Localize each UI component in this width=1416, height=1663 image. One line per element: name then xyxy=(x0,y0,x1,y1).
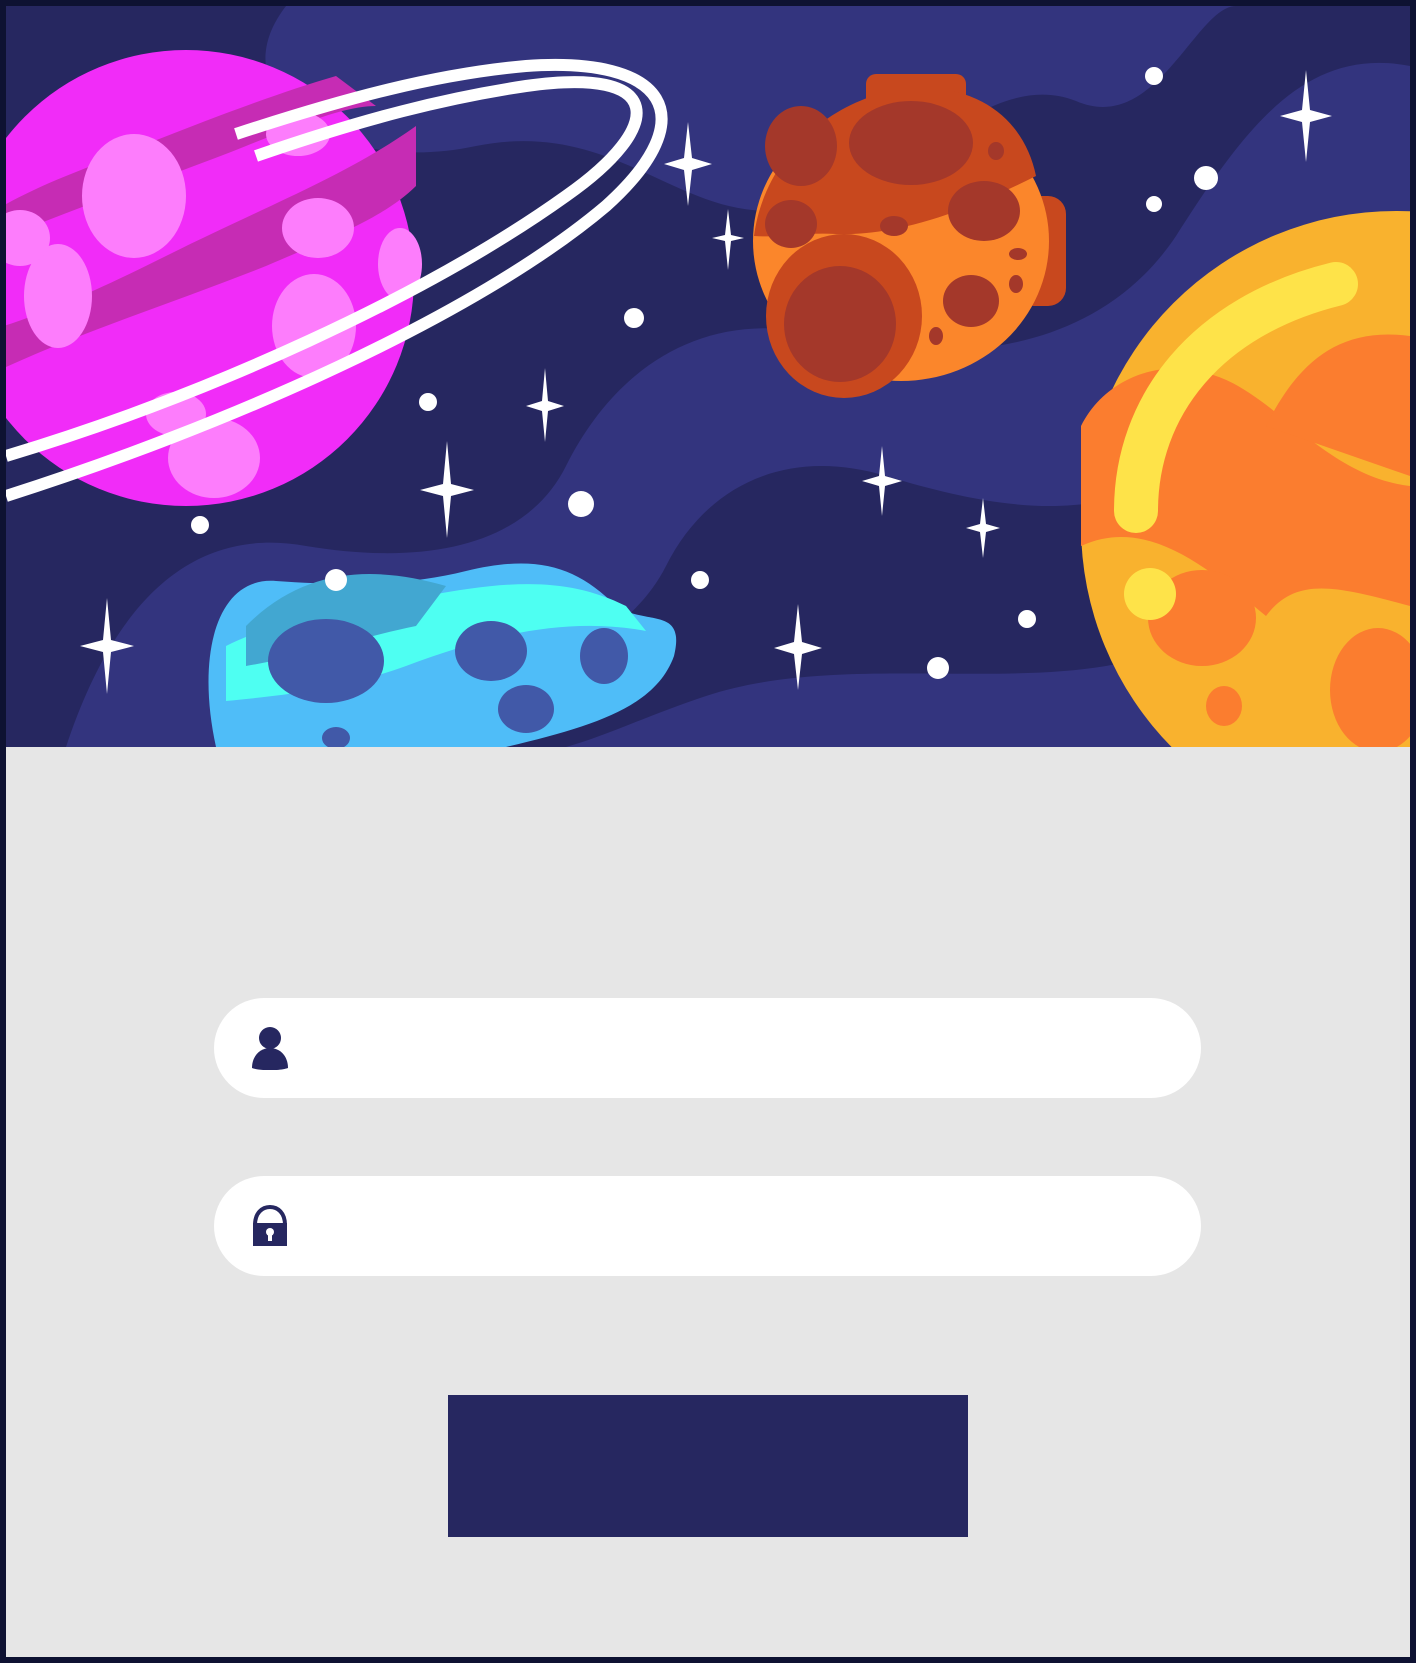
login-form xyxy=(6,747,1410,1657)
username-input[interactable] xyxy=(312,997,1151,1099)
space-illustration xyxy=(6,6,1410,747)
password-field[interactable] xyxy=(214,1175,1201,1277)
password-input[interactable] xyxy=(312,1175,1151,1277)
user-icon xyxy=(250,1026,290,1070)
login-button[interactable] xyxy=(448,1395,968,1537)
lock-icon xyxy=(250,1204,290,1248)
login-window xyxy=(6,6,1410,1657)
username-field[interactable] xyxy=(214,997,1201,1099)
